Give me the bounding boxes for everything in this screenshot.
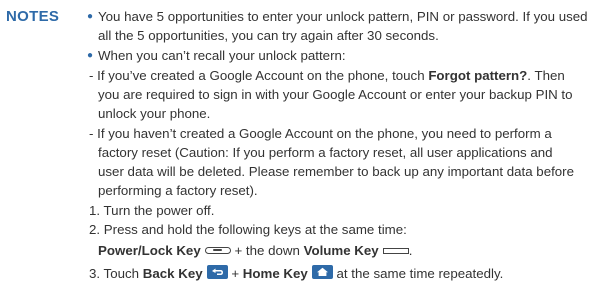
power-lock-key-label: Power/Lock Key — [98, 243, 201, 258]
home-key-label: Home Key — [242, 266, 308, 281]
bullet-2-heading: When you can’t recall your unlock patter… — [98, 48, 346, 63]
bullet-1-line-1: You have 5 opportunities to enter your u… — [98, 9, 588, 24]
no-google-account-line-1: - If you haven’t created a Google Accoun… — [89, 126, 552, 141]
step-3-end-text: at the same time repeatedly. — [336, 266, 504, 281]
step-3-text: 3. Touch — [89, 266, 140, 281]
google-account-created-line-2: you are required to sign in with your Go… — [98, 87, 573, 102]
google-account-created-line-1: - If you’ve created a Google Account on … — [89, 66, 565, 85]
step-3: 3. Touch Back Key + Home Key at the same… — [89, 264, 503, 283]
google-account-created-text: - If you’ve created a Google Account on … — [89, 68, 429, 83]
volume-key-label: Volume Key — [303, 243, 379, 258]
forgot-pattern-text: Forgot pattern? — [428, 68, 528, 83]
power-lock-key-icon — [204, 247, 231, 254]
step-3-plus: + — [231, 266, 240, 281]
bullet-1-line-2: all the 5 opportunities, you can try aga… — [98, 28, 439, 43]
google-account-created-line-3: unlock your phone. — [98, 106, 211, 121]
step-2-end: . — [408, 243, 413, 258]
notes-page: NOTES ● You have 5 opportunities to ente… — [0, 0, 605, 286]
step-2: 2. Press and hold the following keys at … — [89, 222, 407, 237]
google-account-created-suffix: . Then — [527, 68, 565, 83]
step-1: 1. Turn the power off. — [89, 203, 215, 218]
step-2-keys: Power/Lock Key + the down Volume Key. — [98, 241, 412, 260]
bullet-2-marker: ● — [87, 50, 94, 61]
notes-label: NOTES — [6, 8, 60, 25]
no-google-account-line-2: factory reset (Caution: If you perform a… — [98, 145, 553, 160]
volume-key-icon — [382, 248, 409, 254]
bullet-1-marker: ● — [87, 11, 94, 22]
no-google-account-line-4: performing a factory reset). — [98, 183, 258, 198]
back-key-label: Back Key — [142, 266, 203, 281]
no-google-account-line-3: user data will be deleted. Please rememb… — [98, 164, 575, 179]
back-key-icon — [206, 265, 228, 279]
step-2-mid-text: + the down — [234, 243, 300, 258]
home-key-icon — [311, 265, 333, 279]
